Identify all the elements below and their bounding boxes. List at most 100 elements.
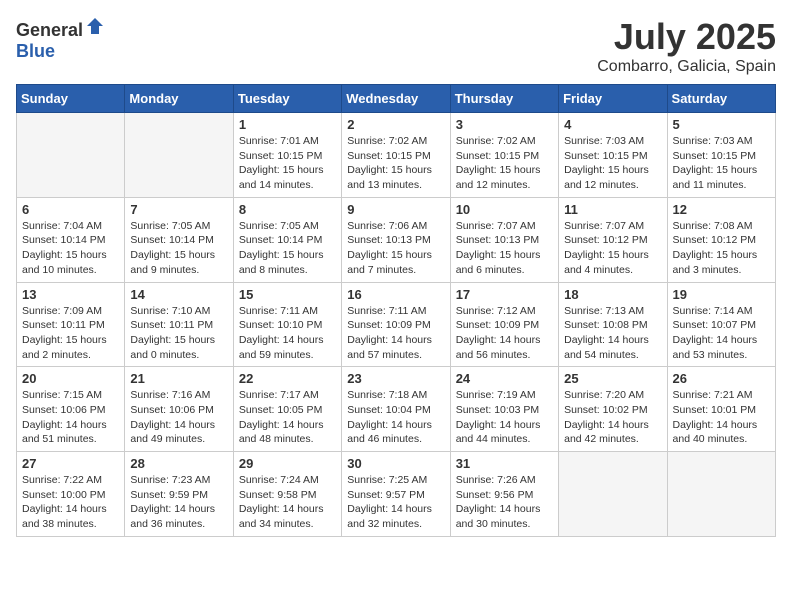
calendar-cell: 13 Sunrise: 7:09 AM Sunset: 10:11 PM Day… bbox=[17, 282, 125, 367]
location-title: Combarro, Galicia, Spain bbox=[597, 58, 776, 76]
weekday-header-sunday: Sunday bbox=[17, 85, 125, 113]
week-row-0: 1 Sunrise: 7:01 AM Sunset: 10:15 PM Dayl… bbox=[17, 113, 776, 198]
day-number: 25 bbox=[564, 371, 661, 386]
calendar-cell: 4 Sunrise: 7:03 AM Sunset: 10:15 PM Dayl… bbox=[559, 113, 667, 198]
calendar-cell: 1 Sunrise: 7:01 AM Sunset: 10:15 PM Dayl… bbox=[233, 113, 341, 198]
week-row-2: 13 Sunrise: 7:09 AM Sunset: 10:11 PM Day… bbox=[17, 282, 776, 367]
day-info: Sunrise: 7:16 AM Sunset: 10:06 PM Daylig… bbox=[130, 388, 227, 447]
weekday-header-friday: Friday bbox=[559, 85, 667, 113]
calendar-cell: 19 Sunrise: 7:14 AM Sunset: 10:07 PM Day… bbox=[667, 282, 775, 367]
day-number: 26 bbox=[673, 371, 770, 386]
day-info: Sunrise: 7:22 AM Sunset: 10:00 PM Daylig… bbox=[22, 473, 119, 532]
day-info: Sunrise: 7:06 AM Sunset: 10:13 PM Daylig… bbox=[347, 219, 444, 278]
day-info: Sunrise: 7:03 AM Sunset: 10:15 PM Daylig… bbox=[673, 134, 770, 193]
day-number: 1 bbox=[239, 117, 336, 132]
day-number: 30 bbox=[347, 456, 444, 471]
calendar-cell: 5 Sunrise: 7:03 AM Sunset: 10:15 PM Dayl… bbox=[667, 113, 775, 198]
day-info: Sunrise: 7:09 AM Sunset: 10:11 PM Daylig… bbox=[22, 304, 119, 363]
day-info: Sunrise: 7:11 AM Sunset: 10:09 PM Daylig… bbox=[347, 304, 444, 363]
day-number: 22 bbox=[239, 371, 336, 386]
logo-blue: Blue bbox=[16, 41, 55, 61]
calendar-cell: 10 Sunrise: 7:07 AM Sunset: 10:13 PM Day… bbox=[450, 197, 558, 282]
calendar-cell: 15 Sunrise: 7:11 AM Sunset: 10:10 PM Day… bbox=[233, 282, 341, 367]
day-info: Sunrise: 7:05 AM Sunset: 10:14 PM Daylig… bbox=[239, 219, 336, 278]
day-number: 4 bbox=[564, 117, 661, 132]
calendar-cell: 18 Sunrise: 7:13 AM Sunset: 10:08 PM Day… bbox=[559, 282, 667, 367]
day-number: 29 bbox=[239, 456, 336, 471]
calendar-cell: 27 Sunrise: 7:22 AM Sunset: 10:00 PM Day… bbox=[17, 452, 125, 537]
day-number: 14 bbox=[130, 287, 227, 302]
day-info: Sunrise: 7:05 AM Sunset: 10:14 PM Daylig… bbox=[130, 219, 227, 278]
day-info: Sunrise: 7:17 AM Sunset: 10:05 PM Daylig… bbox=[239, 388, 336, 447]
day-number: 11 bbox=[564, 202, 661, 217]
weekday-header-monday: Monday bbox=[125, 85, 233, 113]
page-header: General Blue July 2025 Combarro, Galicia… bbox=[16, 16, 776, 76]
title-area: July 2025 Combarro, Galicia, Spain bbox=[597, 16, 776, 76]
day-info: Sunrise: 7:23 AM Sunset: 9:59 PM Dayligh… bbox=[130, 473, 227, 532]
calendar-cell: 16 Sunrise: 7:11 AM Sunset: 10:09 PM Day… bbox=[342, 282, 450, 367]
logo: General Blue bbox=[16, 16, 105, 62]
day-number: 27 bbox=[22, 456, 119, 471]
day-info: Sunrise: 7:02 AM Sunset: 10:15 PM Daylig… bbox=[347, 134, 444, 193]
day-info: Sunrise: 7:14 AM Sunset: 10:07 PM Daylig… bbox=[673, 304, 770, 363]
calendar-cell: 9 Sunrise: 7:06 AM Sunset: 10:13 PM Dayl… bbox=[342, 197, 450, 282]
month-title: July 2025 bbox=[597, 16, 776, 58]
calendar-cell bbox=[17, 113, 125, 198]
day-info: Sunrise: 7:25 AM Sunset: 9:57 PM Dayligh… bbox=[347, 473, 444, 532]
calendar-cell: 20 Sunrise: 7:15 AM Sunset: 10:06 PM Day… bbox=[17, 367, 125, 452]
day-number: 6 bbox=[22, 202, 119, 217]
calendar-cell bbox=[559, 452, 667, 537]
day-number: 24 bbox=[456, 371, 553, 386]
day-number: 9 bbox=[347, 202, 444, 217]
day-number: 2 bbox=[347, 117, 444, 132]
logo-icon bbox=[85, 16, 105, 36]
calendar-cell: 14 Sunrise: 7:10 AM Sunset: 10:11 PM Day… bbox=[125, 282, 233, 367]
weekday-header-saturday: Saturday bbox=[667, 85, 775, 113]
logo-general: General bbox=[16, 20, 83, 40]
day-info: Sunrise: 7:07 AM Sunset: 10:12 PM Daylig… bbox=[564, 219, 661, 278]
calendar-cell: 31 Sunrise: 7:26 AM Sunset: 9:56 PM Dayl… bbox=[450, 452, 558, 537]
day-number: 15 bbox=[239, 287, 336, 302]
day-info: Sunrise: 7:12 AM Sunset: 10:09 PM Daylig… bbox=[456, 304, 553, 363]
calendar-cell bbox=[667, 452, 775, 537]
day-info: Sunrise: 7:11 AM Sunset: 10:10 PM Daylig… bbox=[239, 304, 336, 363]
day-info: Sunrise: 7:02 AM Sunset: 10:15 PM Daylig… bbox=[456, 134, 553, 193]
day-info: Sunrise: 7:24 AM Sunset: 9:58 PM Dayligh… bbox=[239, 473, 336, 532]
day-number: 20 bbox=[22, 371, 119, 386]
week-row-3: 20 Sunrise: 7:15 AM Sunset: 10:06 PM Day… bbox=[17, 367, 776, 452]
day-number: 13 bbox=[22, 287, 119, 302]
day-info: Sunrise: 7:13 AM Sunset: 10:08 PM Daylig… bbox=[564, 304, 661, 363]
day-number: 7 bbox=[130, 202, 227, 217]
day-info: Sunrise: 7:19 AM Sunset: 10:03 PM Daylig… bbox=[456, 388, 553, 447]
day-info: Sunrise: 7:01 AM Sunset: 10:15 PM Daylig… bbox=[239, 134, 336, 193]
day-number: 16 bbox=[347, 287, 444, 302]
day-number: 3 bbox=[456, 117, 553, 132]
weekday-header-thursday: Thursday bbox=[450, 85, 558, 113]
weekday-header-tuesday: Tuesday bbox=[233, 85, 341, 113]
calendar-cell: 28 Sunrise: 7:23 AM Sunset: 9:59 PM Dayl… bbox=[125, 452, 233, 537]
calendar-cell: 2 Sunrise: 7:02 AM Sunset: 10:15 PM Dayl… bbox=[342, 113, 450, 198]
calendar-cell: 3 Sunrise: 7:02 AM Sunset: 10:15 PM Dayl… bbox=[450, 113, 558, 198]
day-info: Sunrise: 7:03 AM Sunset: 10:15 PM Daylig… bbox=[564, 134, 661, 193]
calendar-cell: 25 Sunrise: 7:20 AM Sunset: 10:02 PM Day… bbox=[559, 367, 667, 452]
calendar-cell: 12 Sunrise: 7:08 AM Sunset: 10:12 PM Day… bbox=[667, 197, 775, 282]
day-info: Sunrise: 7:07 AM Sunset: 10:13 PM Daylig… bbox=[456, 219, 553, 278]
day-info: Sunrise: 7:18 AM Sunset: 10:04 PM Daylig… bbox=[347, 388, 444, 447]
day-info: Sunrise: 7:15 AM Sunset: 10:06 PM Daylig… bbox=[22, 388, 119, 447]
day-number: 8 bbox=[239, 202, 336, 217]
day-info: Sunrise: 7:20 AM Sunset: 10:02 PM Daylig… bbox=[564, 388, 661, 447]
day-number: 18 bbox=[564, 287, 661, 302]
day-number: 17 bbox=[456, 287, 553, 302]
day-number: 5 bbox=[673, 117, 770, 132]
calendar-cell: 29 Sunrise: 7:24 AM Sunset: 9:58 PM Dayl… bbox=[233, 452, 341, 537]
week-row-1: 6 Sunrise: 7:04 AM Sunset: 10:14 PM Dayl… bbox=[17, 197, 776, 282]
day-number: 23 bbox=[347, 371, 444, 386]
day-info: Sunrise: 7:21 AM Sunset: 10:01 PM Daylig… bbox=[673, 388, 770, 447]
calendar-cell bbox=[125, 113, 233, 198]
calendar-cell: 21 Sunrise: 7:16 AM Sunset: 10:06 PM Day… bbox=[125, 367, 233, 452]
calendar-cell: 7 Sunrise: 7:05 AM Sunset: 10:14 PM Dayl… bbox=[125, 197, 233, 282]
day-number: 31 bbox=[456, 456, 553, 471]
day-number: 10 bbox=[456, 202, 553, 217]
day-info: Sunrise: 7:26 AM Sunset: 9:56 PM Dayligh… bbox=[456, 473, 553, 532]
calendar-cell: 30 Sunrise: 7:25 AM Sunset: 9:57 PM Dayl… bbox=[342, 452, 450, 537]
